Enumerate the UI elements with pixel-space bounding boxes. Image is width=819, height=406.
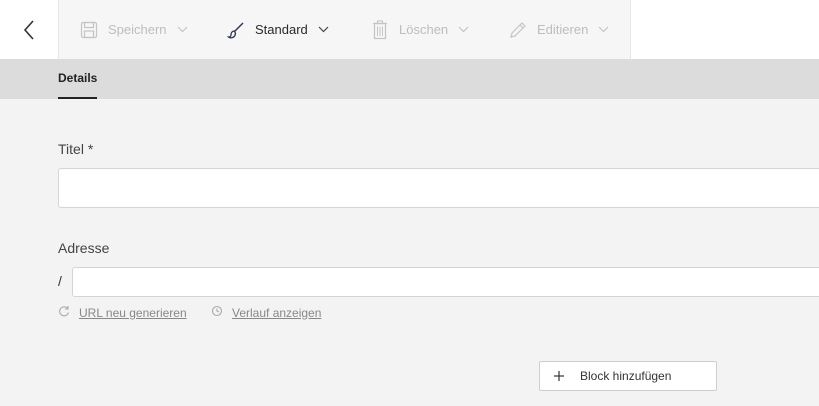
- delete-button[interactable]: Löschen: [370, 0, 469, 59]
- regenerate-url-link[interactable]: URL neu generieren: [58, 305, 187, 320]
- refresh-icon: [58, 305, 70, 320]
- back-icon: [23, 19, 34, 40]
- edit-label: Editieren: [537, 22, 589, 37]
- save-label: Speichern: [108, 22, 167, 37]
- regenerate-url-label: URL neu generieren: [79, 305, 187, 320]
- show-history-label: Verlauf anzeigen: [232, 305, 322, 320]
- address-prefix: /: [58, 273, 62, 289]
- tab-details[interactable]: Details: [58, 59, 98, 99]
- history-icon: [211, 305, 223, 320]
- style-dropdown[interactable]: Standard: [226, 0, 329, 59]
- add-block-label: Block hinzufügen: [580, 369, 672, 383]
- add-block-button[interactable]: Block hinzufügen: [539, 361, 717, 391]
- show-history-link[interactable]: Verlauf anzeigen: [211, 305, 321, 320]
- save-button[interactable]: Speichern: [79, 0, 188, 59]
- tab-bar: Details: [0, 59, 819, 99]
- edit-button[interactable]: Editieren: [508, 0, 609, 59]
- address-label: Adresse: [58, 240, 110, 256]
- toolbar: Speichern Standard Löschen Editieren: [0, 0, 819, 59]
- brush-icon: [226, 20, 246, 40]
- trash-icon: [370, 19, 390, 40]
- pencil-icon: [508, 20, 528, 40]
- style-label: Standard: [255, 22, 308, 37]
- chevron-down-icon: [598, 26, 609, 33]
- chevron-down-icon: [318, 26, 329, 33]
- delete-label: Löschen: [399, 22, 449, 37]
- action-bar: Speichern Standard Löschen Editieren: [59, 0, 631, 59]
- address-input[interactable]: [72, 267, 819, 297]
- chevron-down-icon: [458, 26, 469, 33]
- save-icon: [79, 20, 99, 40]
- title-input[interactable]: [58, 168, 819, 208]
- chevron-down-icon: [177, 26, 188, 33]
- back-button[interactable]: [0, 0, 59, 59]
- plus-icon: [552, 369, 566, 383]
- title-label: Titel *: [58, 141, 94, 157]
